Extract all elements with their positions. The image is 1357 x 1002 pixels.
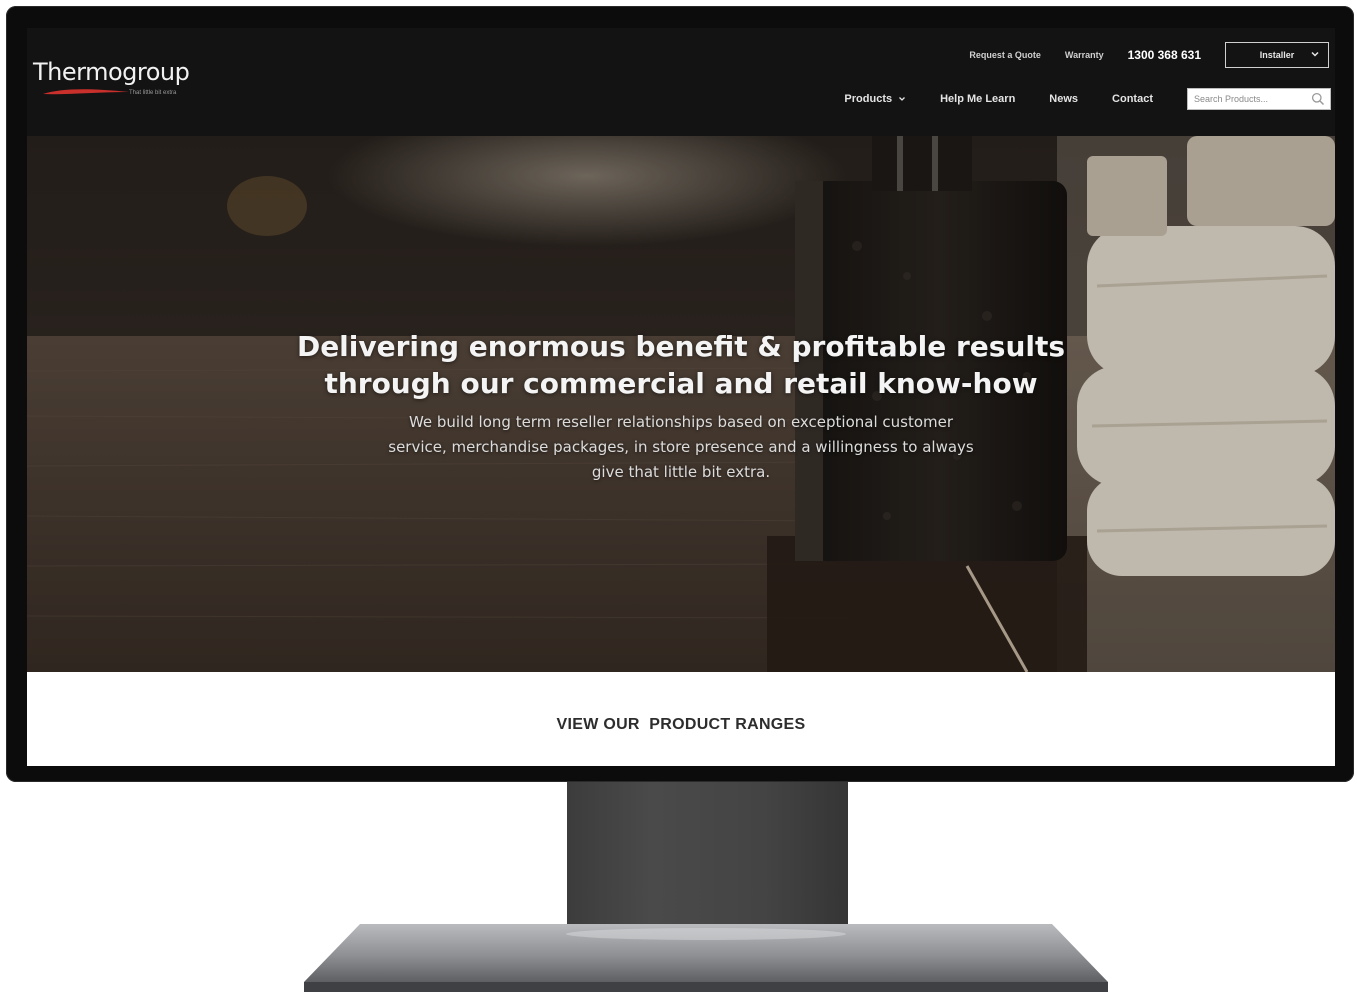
installer-dropdown-value: Installer (1259, 50, 1295, 60)
request-quote-link[interactable]: Request a Quote (969, 50, 1041, 60)
warranty-link[interactable]: Warranty (1065, 50, 1104, 60)
search-box (1187, 88, 1331, 110)
hero-subtext: We build long term reseller relationship… (356, 410, 1006, 485)
search-icon[interactable] (1311, 92, 1325, 106)
hero-heading: Delivering enormous benefit & profitable… (27, 328, 1335, 402)
nav-item-news[interactable]: News (1049, 93, 1078, 105)
logo-swoosh-icon (43, 89, 129, 95)
hero-subtext-line3: give that little bit extra. (591, 463, 771, 481)
chevron-down-icon (1311, 51, 1319, 57)
site-header: Thermogroup That little bit extra Reques… (27, 28, 1335, 136)
nav-item-help-me-learn[interactable]: Help Me Learn (940, 93, 1015, 105)
nav-item-label: Contact (1112, 93, 1153, 105)
monitor-stand-neck (567, 782, 848, 942)
nav-item-label: Products (844, 93, 893, 105)
search-input[interactable] (1188, 89, 1306, 109)
monitor-frame: Thermogroup That little bit extra Reques… (6, 6, 1354, 782)
nav-item-contact[interactable]: Contact (1112, 93, 1153, 105)
logo-tagline: That little bit extra (129, 90, 177, 96)
logo-wordmark: Thermogroup (33, 58, 190, 86)
monitor-stand-base (304, 924, 1108, 992)
main-navigation: Products Help Me Learn News Contact (844, 88, 1331, 110)
nav-item-label: News (1049, 93, 1079, 105)
hero-heading-line2: through our commercial and retail know-h… (324, 367, 1038, 400)
hero-subtext-line2: service, merchandise packages, in store … (388, 438, 974, 456)
chevron-down-icon (899, 97, 906, 101)
hero-heading-line1: Delivering enormous benefit & profitable… (296, 330, 1066, 363)
view-product-ranges-heading[interactable]: VIEW OUR PRODUCT RANGES (27, 716, 1335, 734)
thermogroup-logo[interactable]: Thermogroup That little bit extra (33, 58, 213, 108)
utility-bar: Request a Quote Warranty 1300 368 631 In… (969, 42, 1329, 68)
phone-number[interactable]: 1300 368 631 (1128, 48, 1201, 62)
browser-screen: Thermogroup That little bit extra Reques… (27, 28, 1335, 766)
installer-dropdown[interactable]: Installer (1225, 42, 1329, 68)
hero-banner: Delivering enormous benefit & profitable… (27, 136, 1335, 672)
hero-subtext-line1: We build long term reseller relationship… (408, 413, 954, 431)
nav-item-label: Help Me Learn (940, 93, 1016, 105)
nav-item-products[interactable]: Products (844, 93, 906, 105)
hero-background-image (27, 136, 1335, 672)
